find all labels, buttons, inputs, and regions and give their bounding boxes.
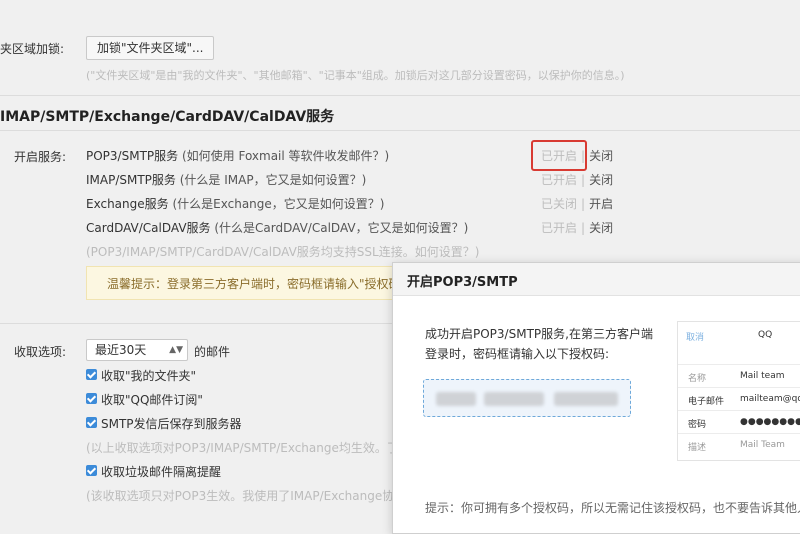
section-title: IMAP/SMTP/Exchange/CardDAV/CalDAV服务	[0, 109, 335, 125]
highlight-box	[531, 140, 587, 171]
service-state: 已开启	[541, 173, 578, 187]
service-toggle-imap: 已开启 | 关闭	[541, 173, 614, 187]
service-help-link[interactable]: (如何使用 Foxmail 等软件收发邮件？)	[182, 149, 389, 163]
service-help-link[interactable]: (什么是CardDAV/CalDAV，它又是如何设置？)	[214, 221, 468, 235]
service-state: 已开启	[541, 221, 578, 235]
card-tab: QQ	[758, 330, 773, 340]
service-row-caldav: CardDAV/CalDAV服务 (什么是CardDAV/CalDAV，它又是如…	[86, 219, 468, 236]
select-suffix: 的邮件	[194, 345, 231, 359]
service-action-link[interactable]: 关闭	[589, 221, 613, 235]
card-row: 描述 Mail Team	[678, 433, 800, 457]
card-row: 密码 ●●●●●●●●●●●●	[678, 410, 800, 434]
auth-code-dialog: 开启POP3/SMTP 成功开启POP3/SMTP服务,在第三方客户端 登录时，…	[392, 262, 800, 534]
ssl-note: (POP3/IMAP/SMTP/CardDAV/CalDAV服务均支持SSL连接…	[86, 245, 480, 259]
service-state: 已关闭	[541, 197, 578, 211]
card-row: 名称 Mail team	[678, 364, 800, 388]
service-row-pop3: POP3/SMTP服务 (如何使用 Foxmail 等软件收发邮件？)	[86, 147, 389, 164]
option-label: SMTP发信后保存到服务器	[101, 417, 242, 431]
card-row: 电子邮件 mailteam@qq.c	[678, 387, 800, 411]
service-name: Exchange服务	[86, 197, 169, 211]
tip-text: 温馨提示：登录第三方客户端时，密码框请输入"授权码	[107, 277, 401, 291]
lock-folder-button[interactable]: 加锁"文件夹区域"...	[86, 36, 215, 60]
divider	[0, 130, 800, 131]
service-help-link[interactable]: (什么是 IMAP，它又是如何设置？)	[180, 173, 367, 187]
chevron-updown-icon: ▲▼	[169, 345, 183, 355]
checkbox-save-sent[interactable]	[86, 417, 97, 428]
service-action-link[interactable]: 关闭	[589, 149, 613, 163]
divider	[0, 95, 800, 96]
auth-code-field[interactable]	[423, 379, 631, 417]
service-row-imap: IMAP/SMTP服务 (什么是 IMAP，它又是如何设置？)	[86, 171, 366, 188]
client-example-card: 取消 QQ 名称 Mail team 电子邮件 mailteam@qq.c 密码…	[677, 321, 800, 461]
services-label: 开启服务:	[14, 150, 67, 164]
receive-label: 收取选项:	[14, 345, 67, 359]
dialog-message-line1: 成功开启POP3/SMTP服务,在第三方客户端	[425, 327, 653, 341]
option-label: 收取"QQ邮件订阅"	[101, 393, 203, 407]
service-action-link[interactable]: 开启	[589, 197, 613, 211]
receive-note-2: (该收取选项只对POP3生效。我使用了IMAP/Exchange协	[86, 489, 395, 503]
service-name: CardDAV/CalDAV服务	[86, 221, 211, 235]
service-row-exchange: Exchange服务 (什么是Exchange，它又是如何设置？)	[86, 195, 384, 212]
card-tab: 取消	[686, 333, 705, 343]
folder-lock-hint: ("文件夹区域"是由"我的文件夹"、"其他邮箱"、"记事本"组成。加锁后对这几部…	[86, 69, 625, 82]
option-label: 收取"我的文件夹"	[101, 369, 197, 383]
service-name: POP3/SMTP服务	[86, 149, 179, 163]
blurred-code	[436, 392, 476, 406]
receive-note-1: (以上收取选项对POP3/IMAP/SMTP/Exchange均生效。了	[86, 441, 399, 455]
dialog-message-line2: 登录时，密码框请输入以下授权码:	[425, 347, 610, 361]
service-action-link[interactable]: 关闭	[589, 173, 613, 187]
dialog-header: 开启POP3/SMTP	[393, 263, 800, 296]
folder-lock-label: 夹区域加锁:	[0, 42, 65, 56]
service-toggle-caldav: 已开启 | 关闭	[541, 221, 614, 235]
blurred-code	[484, 392, 544, 406]
checkbox-qq-subscription[interactable]	[86, 393, 97, 404]
dialog-footer-tip: 提示：你可拥有多个授权码，所以无需记住该授权码，也不要告诉其他人。	[425, 501, 800, 515]
blurred-code	[554, 392, 618, 406]
service-toggle-exchange: 已关闭 | 开启	[541, 197, 614, 211]
checkbox-junk-alert[interactable]	[86, 465, 97, 476]
checkbox-my-folders[interactable]	[86, 369, 97, 380]
service-help-link[interactable]: (什么是Exchange，它又是如何设置？)	[172, 197, 384, 211]
receive-range-select[interactable]: 最近30天 ▲▼	[86, 339, 188, 361]
select-value: 最近30天	[95, 343, 147, 357]
option-label: 收取垃圾邮件隔离提醒	[101, 465, 222, 479]
dialog-title: 开启POP3/SMTP	[407, 275, 518, 290]
service-name: IMAP/SMTP服务	[86, 173, 176, 187]
